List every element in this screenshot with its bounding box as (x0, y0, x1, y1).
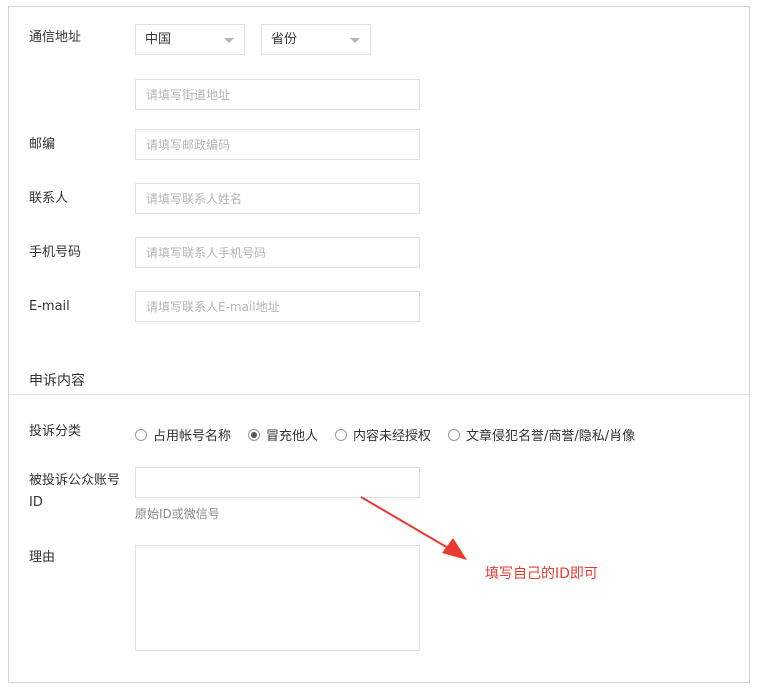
appeal-form-panel: 通信地址 中国 省份 邮编 联系人 手机号码 E-mail 申诉内容 投诉分类 … (8, 6, 750, 683)
annotation-text: 填写自己的ID即可 (485, 566, 598, 582)
red-arrow-icon (360, 496, 467, 560)
